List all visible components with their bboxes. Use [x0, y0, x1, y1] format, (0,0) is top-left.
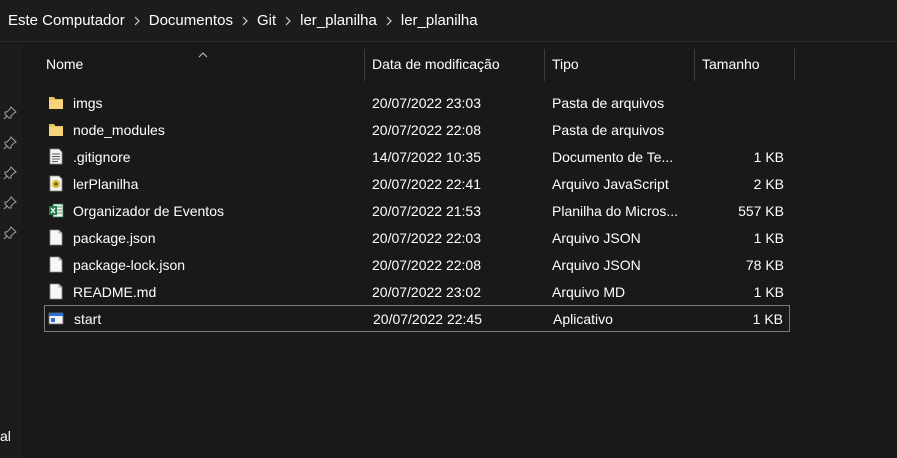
javascript-file-icon — [48, 175, 64, 192]
file-name: Organizador de Eventos — [73, 202, 224, 219]
chevron-right-icon[interactable] — [282, 16, 294, 26]
chevron-right-icon[interactable] — [131, 16, 143, 26]
folder-icon — [48, 121, 64, 138]
breadcrumb-ler-planilha-current[interactable]: ler_planilha — [395, 12, 484, 29]
chevron-right-icon[interactable] — [239, 16, 251, 26]
column-header-size-label: Tamanho — [702, 56, 760, 72]
file-name: .gitignore — [73, 148, 131, 165]
pin-icon[interactable] — [3, 136, 17, 150]
file-type: Arquivo JavaScript — [552, 175, 669, 192]
file-name: node_modules — [73, 121, 165, 138]
file-date: 20/07/2022 22:45 — [373, 310, 482, 327]
column-divider[interactable] — [364, 49, 365, 81]
file-type: Aplicativo — [553, 310, 613, 327]
file-row-node-modules[interactable]: node_modules 20/07/2022 22:08 Pasta de a… — [44, 116, 790, 143]
file-icon — [48, 229, 64, 246]
file-row-imgs[interactable]: imgs 20/07/2022 23:03 Pasta de arquivos — [44, 89, 790, 116]
file-size: 1 KB — [753, 229, 784, 246]
pin-icon[interactable] — [3, 226, 17, 240]
navigation-pane: al — [0, 43, 22, 458]
file-size: 78 KB — [745, 256, 784, 273]
file-type: Pasta de arquivos — [552, 121, 665, 138]
file-list: imgs 20/07/2022 23:03 Pasta de arquivos … — [44, 89, 790, 332]
file-date: 20/07/2022 22:03 — [372, 229, 481, 246]
column-divider[interactable] — [794, 49, 795, 81]
breadcrumb-git[interactable]: Git — [251, 12, 282, 29]
file-row-readme-md[interactable]: README.md 20/07/2022 23:02 Arquivo MD 1 … — [44, 278, 790, 305]
pin-icon[interactable] — [3, 106, 17, 120]
column-divider[interactable] — [544, 49, 545, 81]
file-type: Arquivo MD — [552, 283, 626, 300]
file-date: 20/07/2022 22:08 — [372, 256, 481, 273]
file-row-package-lock-json[interactable]: package-lock.json 20/07/2022 22:08 Arqui… — [44, 251, 790, 278]
column-header-row: Nome Data de modificação Tipo Tamanho — [22, 47, 897, 81]
file-icon — [48, 283, 64, 300]
file-row-gitignore[interactable]: .gitignore 14/07/2022 10:35 Documento de… — [44, 143, 790, 170]
breadcrumb-este-computador[interactable]: Este Computador — [0, 12, 131, 29]
file-size: 1 KB — [753, 283, 784, 300]
pin-icon[interactable] — [3, 196, 17, 210]
file-date: 20/07/2022 23:02 — [372, 283, 481, 300]
file-date: 20/07/2022 21:53 — [372, 202, 481, 219]
column-header-date[interactable]: Data de modificação — [372, 47, 544, 81]
breadcrumb-documentos[interactable]: Documentos — [143, 12, 239, 29]
column-header-name-label: Nome — [46, 56, 84, 72]
file-name: imgs — [73, 94, 103, 111]
file-name: lerPlanilha — [73, 175, 139, 192]
file-size: 2 KB — [753, 175, 784, 192]
file-name: start — [74, 310, 102, 327]
chevron-right-icon[interactable] — [383, 16, 395, 26]
column-header-type-label: Tipo — [552, 56, 579, 72]
file-date: 20/07/2022 22:08 — [372, 121, 481, 138]
file-type: Arquivo JSON — [552, 256, 641, 273]
file-size: 1 KB — [753, 148, 784, 165]
file-row-lerplanilha[interactable]: lerPlanilha 20/07/2022 22:41 Arquivo Jav… — [44, 170, 790, 197]
file-type: Planilha do Micros... — [552, 202, 679, 219]
column-header-date-label: Data de modificação — [372, 56, 500, 72]
excel-file-icon — [48, 202, 64, 219]
file-type: Arquivo JSON — [552, 229, 641, 246]
file-row-start[interactable]: start 20/07/2022 22:45 Aplicativo 1 KB — [44, 305, 790, 332]
file-row-package-json[interactable]: package.json 20/07/2022 22:03 Arquivo JS… — [44, 224, 790, 251]
file-type: Pasta de arquivos — [552, 94, 665, 111]
file-type: Documento de Te... — [552, 148, 674, 165]
application-icon — [48, 310, 64, 327]
file-size: 1 KB — [752, 310, 783, 327]
nav-item-partial-label[interactable]: al — [0, 428, 11, 444]
file-date: 14/07/2022 10:35 — [372, 148, 481, 165]
column-header-type[interactable]: Tipo — [552, 47, 694, 81]
breadcrumb-ler-planilha-parent[interactable]: ler_planilha — [294, 12, 383, 29]
file-date: 20/07/2022 22:41 — [372, 175, 481, 192]
column-header-name[interactable]: Nome — [46, 47, 364, 81]
text-file-icon — [48, 148, 64, 165]
file-name: package.json — [73, 229, 156, 246]
column-header-size[interactable]: Tamanho — [702, 47, 794, 81]
pin-icon[interactable] — [3, 166, 17, 180]
file-date: 20/07/2022 23:03 — [372, 94, 481, 111]
column-divider[interactable] — [694, 49, 695, 81]
file-name: package-lock.json — [73, 256, 186, 273]
file-size: 557 KB — [738, 202, 784, 219]
file-icon — [48, 256, 64, 273]
address-bar[interactable]: Este Computador Documentos Git ler_plani… — [0, 0, 897, 42]
folder-icon — [48, 94, 64, 111]
file-name: README.md — [73, 283, 157, 300]
file-row-organizador-de-eventos[interactable]: Organizador de Eventos 20/07/2022 21:53 … — [44, 197, 790, 224]
